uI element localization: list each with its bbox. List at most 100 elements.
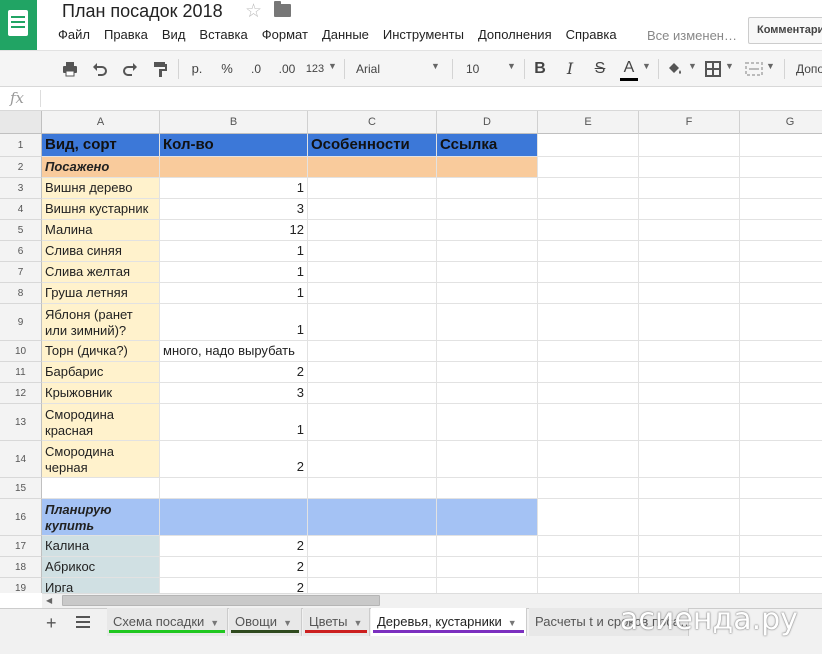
row-header[interactable]: 3 <box>0 178 42 199</box>
cell-f11[interactable] <box>639 362 740 383</box>
cell-a14[interactable]: Смородина черная <box>42 441 160 478</box>
cell-f14[interactable] <box>639 441 740 478</box>
cell-f17[interactable] <box>639 536 740 557</box>
currency-format-button[interactable]: р. <box>186 60 208 78</box>
cell-g12[interactable] <box>740 383 822 404</box>
chevron-down-icon[interactable]: ▼ <box>508 618 517 628</box>
cell-b16[interactable] <box>160 499 308 536</box>
fill-color-icon[interactable] <box>666 61 684 77</box>
menu-addons[interactable]: Дополнения <box>478 27 560 45</box>
chevron-down-icon[interactable]: ▼ <box>507 61 516 71</box>
chevron-down-icon[interactable]: ▼ <box>431 61 440 71</box>
cell-d14[interactable] <box>437 441 538 478</box>
row-header[interactable]: 6 <box>0 241 42 262</box>
cell-c18[interactable] <box>308 557 437 578</box>
cell-f10[interactable] <box>639 341 740 362</box>
row-header[interactable]: 1 <box>0 134 42 157</box>
row-header[interactable]: 12 <box>0 383 42 404</box>
cell-e5[interactable] <box>538 220 639 241</box>
column-header-f[interactable]: F <box>639 111 740 134</box>
cell-d5[interactable] <box>437 220 538 241</box>
paint-format-icon[interactable] <box>152 61 168 77</box>
row-header[interactable]: 7 <box>0 262 42 283</box>
cell-f18[interactable] <box>639 557 740 578</box>
cell-g19[interactable] <box>740 578 822 593</box>
row-header[interactable]: 13 <box>0 404 42 441</box>
undo-icon[interactable] <box>92 61 108 77</box>
redo-icon[interactable] <box>122 61 138 77</box>
cell-a8[interactable]: Груша летняя <box>42 283 160 304</box>
cell-b4[interactable]: 3 <box>160 199 308 220</box>
cell-a17[interactable]: Калина <box>42 536 160 557</box>
menu-edit[interactable]: Правка <box>104 27 156 45</box>
row-header[interactable]: 19 <box>0 578 42 593</box>
cell-g14[interactable] <box>740 441 822 478</box>
print-icon[interactable] <box>62 61 78 77</box>
cell-a2[interactable]: Посажено <box>42 157 160 178</box>
merge-cells-icon[interactable] <box>745 61 763 77</box>
cell-d4[interactable] <box>437 199 538 220</box>
cell-f8[interactable] <box>639 283 740 304</box>
cell-a18[interactable]: Абрикос <box>42 557 160 578</box>
cell-e2[interactable] <box>538 157 639 178</box>
cell-b12[interactable]: 3 <box>160 383 308 404</box>
more-formats-button[interactable]: 123 <box>304 60 326 78</box>
cell-d7[interactable] <box>437 262 538 283</box>
cell-a4[interactable]: Вишня кустарник <box>42 199 160 220</box>
cell-c17[interactable] <box>308 536 437 557</box>
cell-e16[interactable] <box>538 499 639 536</box>
cell-a5[interactable]: Малина <box>42 220 160 241</box>
cell-e8[interactable] <box>538 283 639 304</box>
cell-d16[interactable] <box>437 499 538 536</box>
row-header[interactable]: 14 <box>0 441 42 478</box>
cell-f13[interactable] <box>639 404 740 441</box>
spreadsheet-grid[interactable]: ABCDEFG 1 Вид, сорт Кол-во Особенности Ссылк… <box>0 111 822 593</box>
cell-c13[interactable] <box>308 404 437 441</box>
cell-d17[interactable] <box>437 536 538 557</box>
star-icon[interactable]: ☆ <box>245 0 262 23</box>
cell-e11[interactable] <box>538 362 639 383</box>
cell-g8[interactable] <box>740 283 822 304</box>
cell-c10[interactable] <box>308 341 437 362</box>
text-color-button[interactable]: A <box>620 60 638 81</box>
cell-a12[interactable]: Крыжовник <box>42 383 160 404</box>
cell-f4[interactable] <box>639 199 740 220</box>
cell-g3[interactable] <box>740 178 822 199</box>
cell-d10[interactable] <box>437 341 538 362</box>
cell-e6[interactable] <box>538 241 639 262</box>
cell-a6[interactable]: Слива синяя <box>42 241 160 262</box>
italic-button[interactable]: I <box>562 60 578 78</box>
cell-b7[interactable]: 1 <box>160 262 308 283</box>
chevron-down-icon[interactable]: ▼ <box>353 618 362 628</box>
cell-b13[interactable]: 1 <box>160 404 308 441</box>
cell-d15[interactable] <box>437 478 538 499</box>
sheets-logo[interactable] <box>0 0 37 50</box>
row-header[interactable]: 9 <box>0 304 42 341</box>
menu-file[interactable]: Файл <box>58 27 98 45</box>
cell-c15[interactable] <box>308 478 437 499</box>
sheet-tab[interactable]: Цветы ▼ <box>303 608 370 636</box>
select-all-corner[interactable] <box>0 111 42 134</box>
cell-c16[interactable] <box>308 499 437 536</box>
cell-f16[interactable] <box>639 499 740 536</box>
cell-b14[interactable]: 2 <box>160 441 308 478</box>
chevron-down-icon[interactable]: ▼ <box>688 61 697 71</box>
cell-g17[interactable] <box>740 536 822 557</box>
cell-d12[interactable] <box>437 383 538 404</box>
cell-a9[interactable]: Яблоня (ранет или зимний)? <box>42 304 160 341</box>
cell-a19[interactable]: Ирга <box>42 578 160 593</box>
strikethrough-button[interactable]: S <box>592 60 608 78</box>
cell-b6[interactable]: 1 <box>160 241 308 262</box>
cell-e4[interactable] <box>538 199 639 220</box>
row-header[interactable]: 18 <box>0 557 42 578</box>
cell-g15[interactable] <box>740 478 822 499</box>
menu-tools[interactable]: Инструменты <box>383 27 472 45</box>
cell-a16[interactable]: Планирую купить <box>42 499 160 536</box>
row-header[interactable]: 15 <box>0 478 42 499</box>
row-header[interactable]: 8 <box>0 283 42 304</box>
cell-e12[interactable] <box>538 383 639 404</box>
cell-b1[interactable]: Кол-во <box>160 134 308 157</box>
row-header[interactable]: 2 <box>0 157 42 178</box>
sheet-tab[interactable]: Схема посадки ▼ <box>107 608 228 636</box>
bold-button[interactable]: B <box>532 60 548 78</box>
